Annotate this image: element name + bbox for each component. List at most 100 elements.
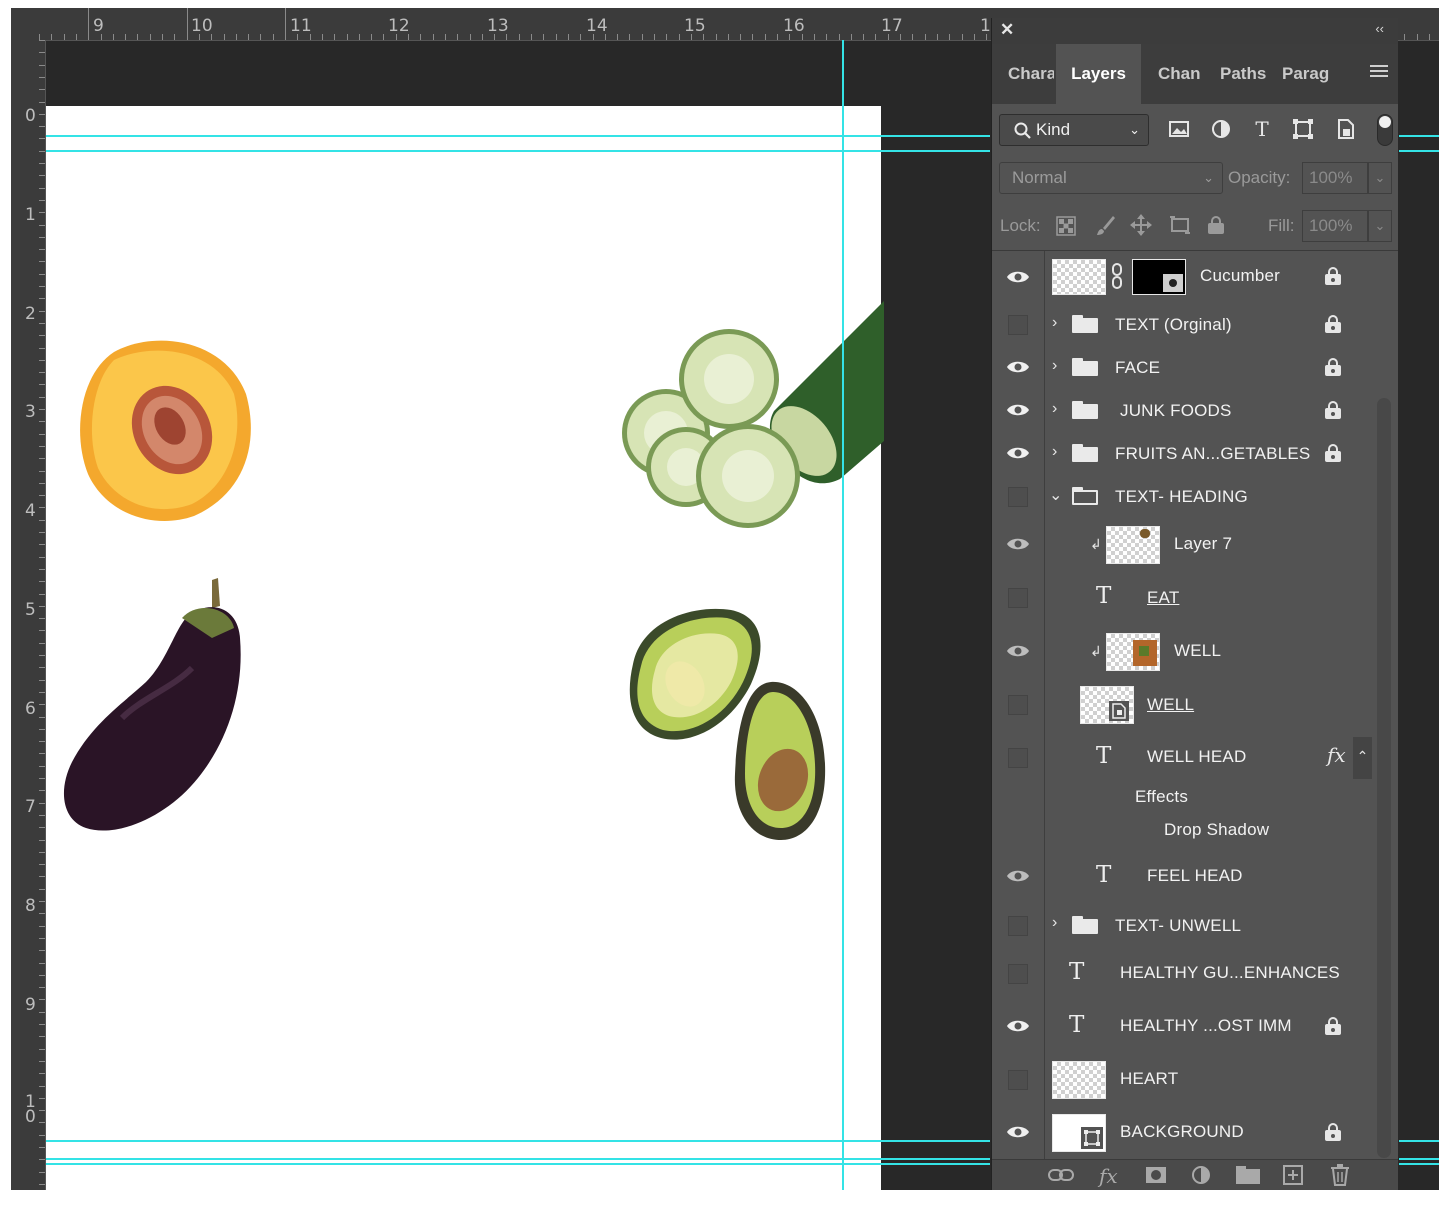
layer-row-healthy-gut[interactable]: T HEALTHY GU...ENHANCES — [992, 947, 1372, 1001]
add-layer-style-icon[interactable]: fx — [1099, 1164, 1118, 1188]
type-layer-filter-icon[interactable]: T — [1251, 118, 1273, 140]
layer-row-cucumber[interactable]: Cucumber — [992, 251, 1372, 304]
chevron-right-icon[interactable]: › — [1052, 357, 1057, 375]
layer-row-junk-foods[interactable]: › JUNK FOODS — [992, 389, 1372, 433]
guide-line[interactable] — [1399, 1158, 1439, 1160]
smart-object-filter-icon[interactable] — [1334, 118, 1356, 140]
guide-line[interactable] — [46, 1158, 990, 1160]
pixel-layer-filter-icon[interactable] — [1168, 118, 1190, 140]
guide-line[interactable] — [1399, 1140, 1439, 1142]
layer-thumbnail[interactable] — [1052, 1114, 1106, 1152]
visibility-toggle[interactable] — [992, 1053, 1045, 1106]
lock-image-pixels-icon[interactable] — [1095, 214, 1117, 236]
blend-mode-dropdown[interactable]: Normal ⌄ — [999, 162, 1223, 194]
guide-line[interactable] — [1399, 135, 1439, 137]
layer-row-well-smart-object[interactable]: WELL — [992, 678, 1372, 732]
visibility-toggle[interactable] — [992, 251, 1045, 303]
adjustment-layer-filter-icon[interactable] — [1210, 118, 1232, 140]
tab-character[interactable]: Chara — [992, 44, 1054, 104]
drop-shadow-effect[interactable]: Drop Shadow — [1164, 820, 1269, 840]
guide-line[interactable] — [1399, 1163, 1439, 1165]
lock-all-icon[interactable] — [1208, 216, 1224, 234]
layer-row-text-heading[interactable]: ⌄ TEXT- HEADING — [992, 475, 1372, 519]
visibility-toggle[interactable] — [992, 1000, 1045, 1053]
fill-dropdown-button[interactable]: ⌄ — [1368, 210, 1392, 242]
chevron-right-icon[interactable]: › — [1052, 914, 1057, 932]
layers-scrollbar[interactable] — [1377, 398, 1391, 1158]
guide-line[interactable] — [842, 40, 844, 1190]
eggplant-image[interactable] — [62, 578, 242, 840]
visibility-toggle[interactable] — [992, 903, 1045, 947]
tab-channels[interactable]: Chan — [1144, 44, 1206, 104]
fill-input[interactable]: 100% — [1302, 210, 1368, 242]
layer-row-heart[interactable]: HEART — [992, 1053, 1372, 1107]
visibility-toggle[interactable] — [992, 346, 1045, 389]
vertical-ruler[interactable]: 0 1 2 3 4 5 6 7 8 9 1 0 — [11, 40, 46, 1190]
collapse-panel-icon[interactable]: ‹‹ — [1375, 21, 1384, 36]
close-icon[interactable]: ✕ — [1000, 20, 1014, 40]
shape-layer-filter-icon[interactable] — [1292, 118, 1314, 140]
layer-thumbnail[interactable] — [1106, 633, 1160, 671]
layer-row-text-unwell[interactable]: › TEXT- UNWELL — [992, 903, 1372, 948]
guide-line[interactable] — [46, 1163, 990, 1165]
guide-line[interactable] — [46, 135, 990, 137]
chevron-right-icon[interactable]: › — [1052, 443, 1057, 461]
layer-row-text-orginal[interactable]: › TEXT (Orginal) — [992, 303, 1372, 347]
document-canvas[interactable] — [46, 106, 884, 1190]
visibility-toggle[interactable] — [992, 850, 1045, 903]
avocado-image[interactable] — [621, 604, 833, 840]
filter-kind-dropdown[interactable]: Kind ⌄ — [999, 114, 1149, 146]
lock-transparent-pixels-icon[interactable] — [1056, 216, 1076, 236]
layer-row-layer-7[interactable]: ↲ Layer 7 — [992, 518, 1372, 572]
effects-label[interactable]: Effects — [1135, 787, 1188, 807]
chevron-right-icon[interactable]: › — [1052, 314, 1057, 332]
layer-thumbnail[interactable] — [1052, 259, 1106, 295]
visibility-toggle[interactable] — [992, 518, 1045, 571]
layer-row-background[interactable]: BACKGROUND — [992, 1106, 1372, 1160]
layer-thumbnail[interactable] — [1052, 1061, 1106, 1099]
visibility-toggle[interactable] — [992, 303, 1045, 346]
layer-row-well-head[interactable]: T WELL HEAD fx ⌃ Effects Drop Shadow — [992, 731, 1372, 851]
layer-row-feel-head[interactable]: T FEEL HEAD — [992, 850, 1372, 904]
peach-half-image[interactable] — [74, 334, 256, 526]
visibility-toggle[interactable] — [992, 432, 1045, 475]
layer-mask-thumbnail[interactable] — [1132, 259, 1186, 295]
opacity-input[interactable]: 100% — [1302, 162, 1368, 194]
layer-row-eat[interactable]: T EAT — [992, 571, 1372, 625]
visibility-toggle[interactable] — [992, 678, 1045, 731]
visibility-toggle[interactable] — [992, 475, 1045, 518]
tab-paragraph[interactable]: Parag — [1270, 44, 1332, 104]
chevron-right-icon[interactable]: › — [1052, 400, 1057, 418]
chevron-down-icon[interactable]: ⌄ — [1049, 485, 1062, 505]
layer-thumbnail[interactable] — [1106, 526, 1160, 564]
layer-thumbnail[interactable] — [1080, 686, 1134, 724]
opacity-dropdown-button[interactable]: ⌄ — [1368, 162, 1392, 194]
visibility-toggle[interactable] — [992, 731, 1045, 850]
tab-layers[interactable]: Layers — [1056, 44, 1141, 104]
guide-line[interactable] — [46, 150, 990, 152]
new-group-icon[interactable] — [1236, 1166, 1260, 1184]
layer-row-healthy-boost[interactable]: T HEALTHY ...OST IMM — [992, 1000, 1372, 1054]
layer-row-well-clipped[interactable]: ↲ WELL — [992, 624, 1372, 679]
guide-line[interactable] — [46, 1140, 990, 1142]
panel-menu-icon[interactable] — [1370, 65, 1388, 81]
filter-toggle[interactable] — [1377, 114, 1393, 146]
link-icon[interactable] — [1110, 263, 1124, 289]
add-mask-icon[interactable] — [1145, 1166, 1167, 1184]
new-adjustment-layer-icon[interactable] — [1191, 1165, 1213, 1187]
new-layer-icon[interactable] — [1283, 1165, 1303, 1185]
tab-paths[interactable]: Paths — [1208, 44, 1268, 104]
link-layers-icon[interactable] — [1048, 1168, 1074, 1182]
guide-line[interactable] — [1399, 150, 1439, 152]
lock-artboard-icon[interactable] — [1168, 214, 1192, 236]
layer-row-face[interactable]: › FACE — [992, 346, 1372, 390]
chevron-up-icon[interactable]: ⌃ — [1353, 737, 1372, 779]
layer-effects-icon[interactable]: fx — [1327, 743, 1346, 767]
layer-row-fruits-vegetables[interactable]: › FRUITS AN...GETABLES — [992, 432, 1372, 476]
visibility-toggle[interactable] — [992, 389, 1045, 432]
visibility-toggle[interactable] — [992, 571, 1045, 624]
lock-position-icon[interactable] — [1130, 214, 1152, 236]
visibility-toggle[interactable] — [992, 1106, 1045, 1159]
visibility-toggle[interactable] — [992, 947, 1045, 1000]
visibility-toggle[interactable] — [992, 624, 1045, 678]
